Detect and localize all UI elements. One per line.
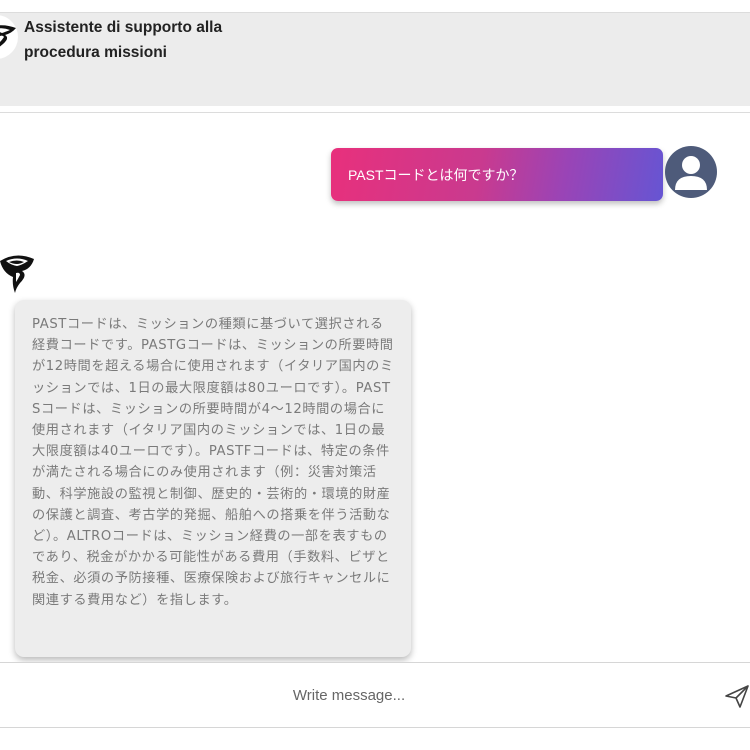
user-message-text: PASTコードとは何ですか？ (348, 166, 524, 183)
user-message-bubble: PASTコードとは何ですか？ (331, 148, 663, 201)
spiral-logo-icon (0, 255, 34, 293)
chat-window: Assistente di supporto alla procedura mi… (0, 0, 750, 750)
user-avatar (665, 146, 717, 198)
send-icon (725, 685, 749, 708)
assistant-message-bubble: PASTコードは、ミッションの種類に基づいて選択される経費コードです。PASTG… (15, 300, 411, 657)
send-button[interactable] (722, 681, 750, 711)
assistant-logo (0, 15, 18, 59)
chat-header: Assistente di supporto alla procedura mi… (0, 12, 750, 106)
header-divider (0, 112, 750, 113)
assistant-avatar (0, 249, 36, 295)
assistant-message-text: PASTコードは、ミッションの種類に基づいて選択される経費コードです。PASTG… (32, 317, 394, 608)
spiral-logo-icon (0, 25, 16, 47)
user-silhouette-icon (675, 156, 707, 190)
message-composer (0, 662, 750, 728)
message-input[interactable] (0, 663, 700, 727)
page-title: Assistente di supporto alla procedura mi… (24, 19, 223, 61)
